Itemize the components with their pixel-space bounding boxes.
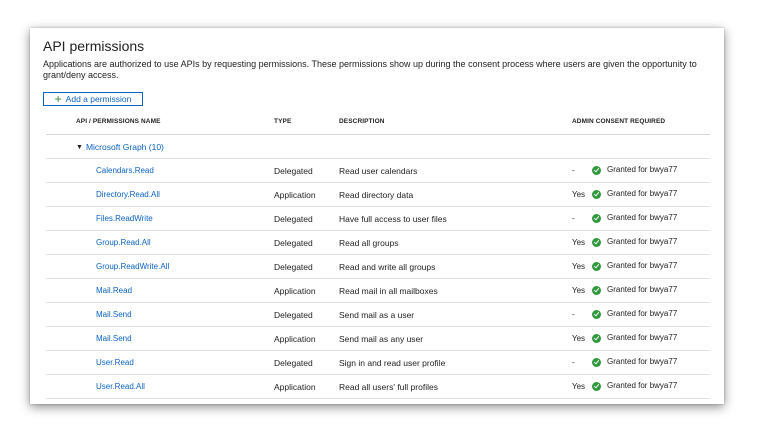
permission-name-link[interactable]: Mail.Send	[96, 310, 132, 320]
permission-name-link[interactable]: Group.Read.All	[96, 238, 151, 248]
permission-description: Read all users' full profiles	[339, 382, 438, 392]
permission-description: Sign in and read user profile	[339, 358, 446, 368]
consent-status: Granted for bwya77	[592, 165, 677, 175]
status-text: Granted for bwya77	[607, 285, 678, 294]
permission-type: Application	[274, 382, 316, 392]
green-check-circle-icon	[592, 357, 601, 367]
add-permission-button[interactable]: + Add a permission	[43, 92, 143, 106]
status-text: Granted for bwya77	[607, 237, 678, 246]
permission-name-link[interactable]: Mail.Read	[96, 286, 132, 296]
consent-status: Granted for bwya77	[592, 285, 677, 295]
permission-type: Application	[274, 334, 316, 344]
green-check-circle-icon	[592, 381, 601, 391]
admin-consent-required: -	[572, 310, 575, 319]
admin-consent-required: Yes	[572, 382, 586, 391]
status-text: Granted for bwya77	[607, 189, 678, 198]
table-row: Mail.Send Delegated Send mail as a user - Gr…	[30, 303, 724, 327]
green-check-circle-icon	[592, 237, 601, 247]
status-text: Granted for bwya77	[607, 357, 678, 366]
permission-type: Application	[274, 286, 316, 296]
green-check-circle-icon	[592, 309, 601, 319]
green-check-circle-icon	[592, 213, 601, 223]
table-row: Group.ReadWrite.All Delegated Read and wri…	[30, 255, 724, 279]
admin-consent-required: Yes	[572, 190, 586, 199]
admin-consent-required: Yes	[572, 262, 586, 271]
permission-type: Delegated	[274, 310, 313, 320]
row-divider	[46, 398, 710, 399]
api-permissions-panel: API permissions Applications are authori…	[30, 28, 724, 404]
table-row: Mail.Send Application Send mail as any use…	[30, 327, 724, 351]
table-row: Group.Read.All Delegated Read all groups Ye…	[30, 231, 724, 255]
group-label: Microsoft Graph (10)	[85, 142, 164, 152]
consent-status: Granted for bwya77	[592, 333, 677, 343]
status-text: Granted for bwya77	[607, 213, 678, 222]
permission-description: Read all groups	[339, 238, 399, 248]
permission-description: Read mail in all mailboxes	[339, 286, 438, 296]
add-permission-label: Add a permission	[65, 94, 132, 104]
plus-icon: +	[54, 92, 62, 106]
consent-status: Granted for bwya77	[592, 261, 677, 271]
permission-description: Read user calendars	[339, 166, 418, 176]
permission-name-link[interactable]: Files.ReadWrite	[96, 214, 153, 224]
green-check-circle-icon	[592, 285, 601, 295]
permission-description: Send mail as any user	[339, 334, 424, 344]
status-text: Granted for bwya77	[607, 261, 678, 270]
permission-description: Send mail as a user	[339, 310, 415, 320]
table-row: Directory.Read.All Application Read direct…	[30, 183, 724, 207]
table-row: Calendars.Read Delegated Read user calenda…	[30, 159, 724, 183]
table-row: Mail.Read Application Read mail in all mai…	[30, 279, 724, 303]
admin-consent-required: Yes	[572, 238, 586, 247]
admin-consent-required: Yes	[572, 286, 586, 295]
table-row: User.Read.All Application Read all users' …	[30, 375, 724, 399]
group-microsoft-graph[interactable]: ▼ Microsoft Graph (10)	[76, 142, 164, 152]
permission-name-link[interactable]: Group.ReadWrite.All	[96, 262, 169, 272]
permission-type: Application	[274, 190, 316, 200]
permission-description: Read and write all groups	[339, 262, 436, 272]
consent-status: Granted for bwya77	[592, 237, 677, 247]
consent-status: Granted for bwya77	[592, 381, 677, 391]
page-title: API permissions	[43, 38, 145, 54]
admin-consent-required: Yes	[572, 334, 586, 343]
status-text: Granted for bwya77	[607, 381, 678, 390]
permission-description: Read directory data	[339, 190, 414, 200]
permission-name-link[interactable]: Mail.Send	[96, 334, 132, 344]
admin-consent-required: -	[572, 358, 575, 367]
header-api-name: API / PERMISSIONS NAME	[76, 118, 161, 125]
admin-consent-required: -	[572, 166, 575, 175]
status-text: Granted for bwya77	[607, 333, 678, 342]
green-check-circle-icon	[592, 165, 601, 175]
permission-name-link[interactable]: User.Read.All	[96, 382, 145, 392]
status-text: Granted for bwya77	[607, 165, 678, 174]
permission-type: Delegated	[274, 238, 313, 248]
permission-name-link[interactable]: Calendars.Read	[96, 166, 154, 176]
permission-description: Have full access to user files	[339, 214, 447, 224]
table-row: User.Read Delegated Sign in and read user …	[30, 351, 724, 375]
green-check-circle-icon	[592, 261, 601, 271]
permission-type: Delegated	[274, 214, 313, 224]
consent-status: Granted for bwya77	[592, 309, 677, 319]
permission-type: Delegated	[274, 358, 313, 368]
green-check-circle-icon	[592, 333, 601, 343]
permission-type: Delegated	[274, 166, 313, 176]
header-admin-consent: ADMIN CONSENT REQUIRED	[572, 118, 666, 125]
header-divider	[46, 134, 710, 135]
table-row: Files.ReadWrite Delegated Have full access…	[30, 207, 724, 231]
triangle-down-icon: ▼	[76, 143, 83, 151]
page-description: Applications are authorized to use APIs …	[43, 59, 697, 80]
consent-status: Granted for bwya77	[592, 189, 677, 199]
permission-name-link[interactable]: User.Read	[96, 358, 134, 368]
consent-status: Granted for bwya77	[592, 357, 677, 367]
admin-consent-required: -	[572, 214, 575, 223]
header-description: DESCRIPTION	[339, 118, 385, 125]
permission-name-link[interactable]: Directory.Read.All	[96, 190, 160, 200]
status-text: Granted for bwya77	[607, 309, 678, 318]
green-check-circle-icon	[592, 189, 601, 199]
consent-status: Granted for bwya77	[592, 213, 677, 223]
header-type: TYPE	[274, 118, 292, 125]
permission-type: Delegated	[274, 262, 313, 272]
